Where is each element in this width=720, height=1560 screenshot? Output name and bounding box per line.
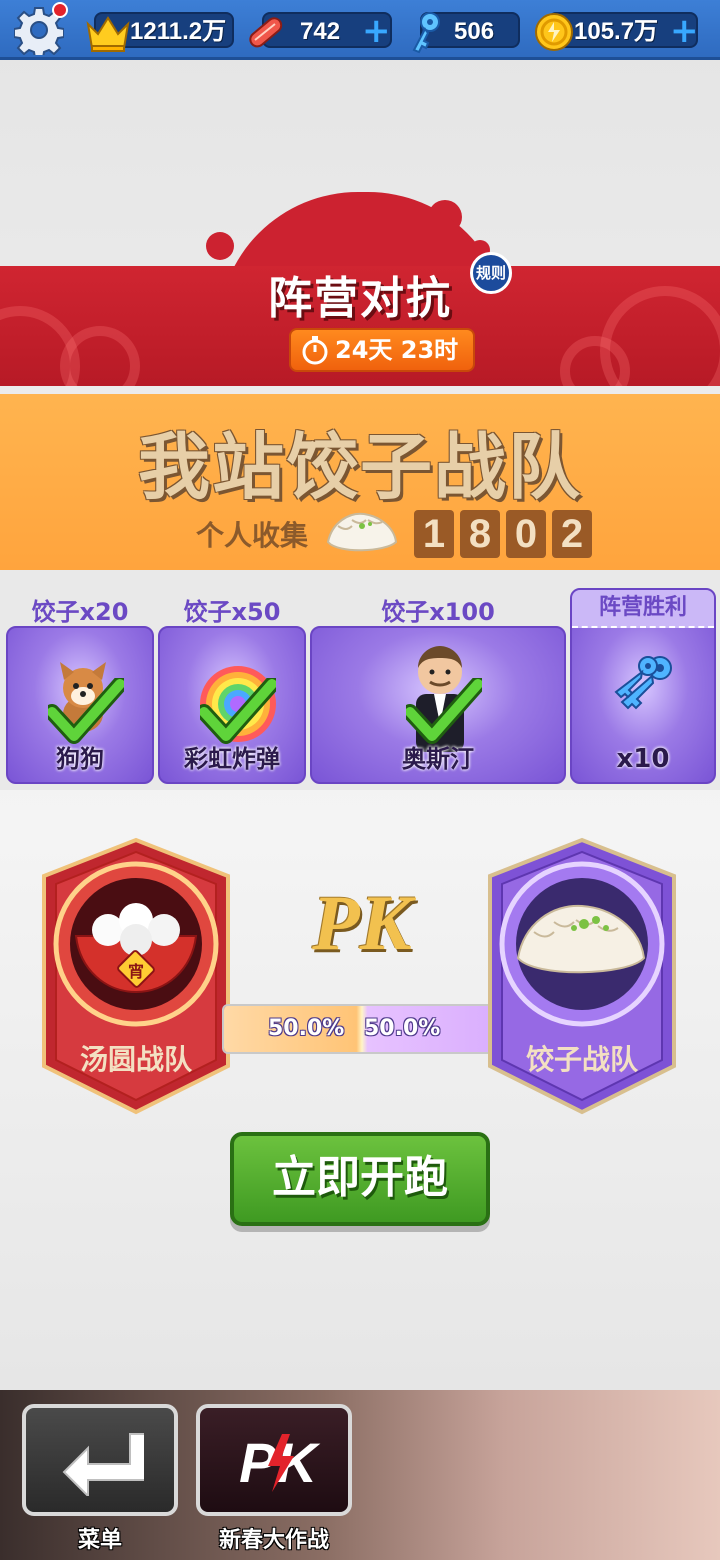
reward-requirement: 饺子x50 [183,598,281,626]
pk-title: PK [312,879,412,966]
right-team-percent: 50.0% [364,1016,441,1041]
claimed-check-icon [48,678,124,744]
add-coins-button[interactable]: + [670,14,699,48]
board-value: 742 [300,18,341,45]
event-title: 阵营对抗 [268,273,452,324]
coin-counter[interactable]: 105.7万 + [535,12,699,51]
add-boards-button[interactable]: + [362,14,391,48]
reward-name: 奥斯汀 [402,745,474,773]
left-team-name: 汤圆战队 [79,1043,192,1076]
reward-card-dog[interactable]: 狗狗 [6,626,154,784]
claimed-check-icon [200,678,276,744]
board-counter[interactable]: 742 + [249,12,392,48]
reward-name: 狗狗 [56,745,104,773]
menu-button[interactable] [22,1404,178,1516]
skateboard-icon [249,17,283,48]
left-team-percent: 50.0% [268,1016,345,1041]
bowl-tag-text: 宵 [128,962,144,981]
return-arrow-icon [62,1433,144,1496]
start-run-button[interactable]: 立即开跑 [230,1132,490,1226]
claimed-check-icon [406,678,482,744]
reward-requirement: 饺子x100 [381,598,495,626]
coin-icon [535,13,573,51]
rules-button[interactable]: 规则 [470,252,512,294]
notification-dot [52,2,68,18]
key-value: 506 [454,18,495,45]
menu-label: 菜单 [77,1528,122,1553]
collect-digit: 2 [552,510,592,558]
coin-value: 105.7万 [574,18,659,45]
key-icon [412,12,440,54]
key-counter: 506 [412,12,520,54]
collect-digit: 0 [506,510,546,558]
victory-header: 阵营胜利 [572,590,714,628]
event-timer: 24天 23时 [289,328,475,372]
pk-logo-icon: PK [239,1431,320,1494]
victory-quantity: x10 [616,744,670,774]
reward-card-rainbow-bomb[interactable]: 彩虹炸弹 [158,626,306,784]
collect-label: 个人收集 [196,519,309,552]
crown-icon [86,16,130,52]
dumpling-icon [326,512,398,552]
timer-text: 24天 23时 [335,336,459,364]
spring-event-label: 新春大作战 [218,1528,329,1553]
crown-value: 1211.2万 [130,18,227,45]
spring-event-button[interactable]: PK [196,1404,352,1516]
reward-card-character[interactable]: 奥斯汀 [310,626,566,784]
reward-requirement: 饺子x20 [31,598,129,626]
right-team-name: 饺子战队 [525,1043,638,1076]
stopwatch-icon [302,336,328,365]
victory-reward-card[interactable]: 阵营胜利 x10 [570,588,716,784]
collect-digit: 8 [460,510,500,558]
resource-bar: 1211.2万 742 + 506 105.7万 + [0,0,720,60]
pk-progress-bar: 50.0% 50.0% [224,1006,500,1052]
team-banner: 我站饺子战队 个人收集 1 8 0 2 [0,394,720,570]
team-title: 我站饺子战队 [137,425,582,509]
collect-digit: 1 [414,510,454,558]
header-decor-bubble [206,232,234,260]
reward-name: 彩虹炸弹 [184,745,280,773]
keys-icon [614,656,672,710]
crown-counter: 1211.2万 [86,12,234,52]
